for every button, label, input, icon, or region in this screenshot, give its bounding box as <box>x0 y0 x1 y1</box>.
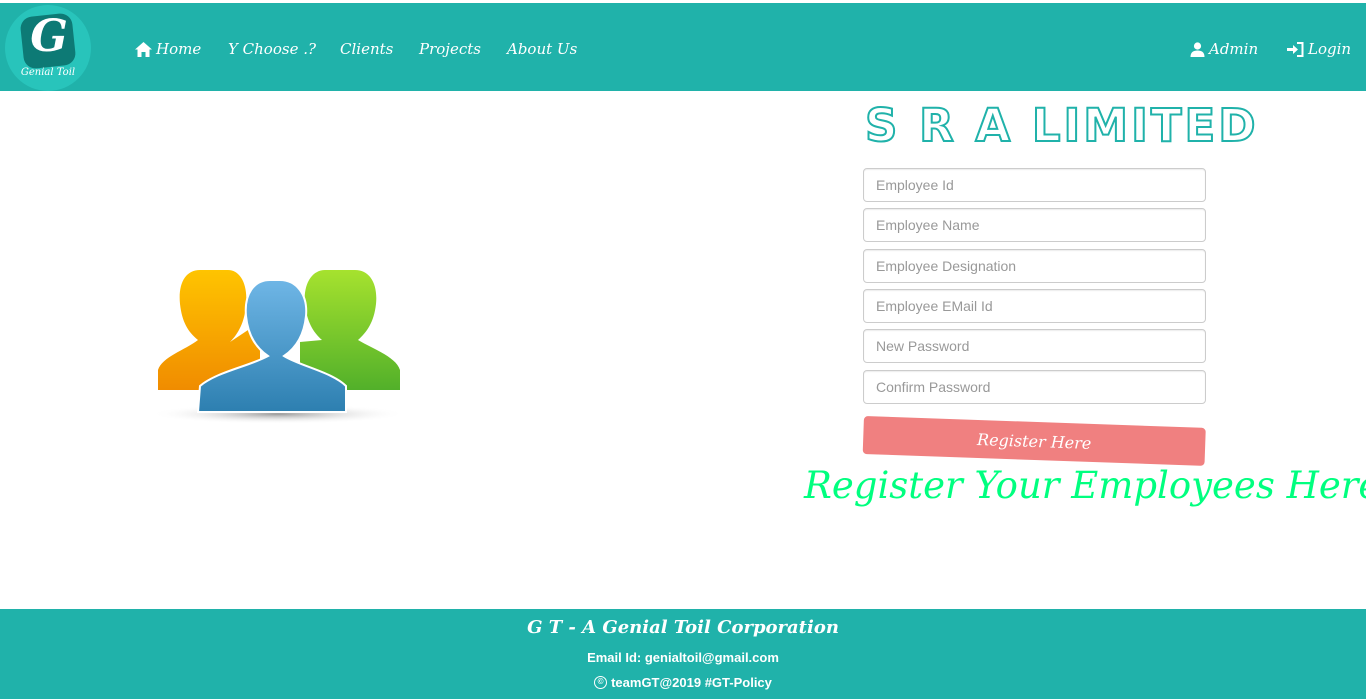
nav-login-label: Login <box>1308 40 1352 58</box>
users-group-icon <box>150 270 406 424</box>
logo[interactable]: G Genial Toil <box>5 5 91 91</box>
footer-copyright-text: teamGT@2019 #GT-Policy <box>611 675 772 690</box>
register-button[interactable]: Register Here <box>862 416 1206 466</box>
login-icon <box>1287 41 1304 57</box>
new-password-input[interactable] <box>863 329 1206 363</box>
nav-projects-label: Projects <box>419 40 481 58</box>
footer-copyright: © teamGT@2019 #GT-Policy <box>0 675 1366 690</box>
user-icon <box>1190 41 1205 57</box>
confirm-password-input[interactable] <box>863 370 1206 404</box>
nav-why-choose[interactable]: Y Choose .? <box>228 37 316 61</box>
nav-admin[interactable]: Admin <box>1190 37 1258 61</box>
nav-home-label: Home <box>156 40 202 58</box>
footer-title: G T - A Genial Toil Corporation <box>527 617 839 638</box>
nav-admin-label: Admin <box>1209 40 1259 58</box>
logo-name: Genial Toil <box>20 67 76 78</box>
nav-clients-label: Clients <box>340 40 394 58</box>
copyright-icon: © <box>594 676 608 689</box>
employee-name-input[interactable] <box>863 208 1206 242</box>
nav-about[interactable]: About Us <box>507 37 577 61</box>
nav-home[interactable]: Home <box>135 37 201 61</box>
home-icon <box>135 41 152 57</box>
company-title: S R A LIMITED <box>864 98 1259 153</box>
register-tagline: Register Your Employees Here <box>804 464 1366 507</box>
employee-id-input[interactable] <box>863 168 1206 202</box>
footer-email: Email Id: genialtoil@gmail.com <box>587 650 779 665</box>
nav-about-label: About Us <box>507 40 578 58</box>
nav-clients[interactable]: Clients <box>340 37 393 61</box>
footer: G T - A Genial Toil Corporation Email Id… <box>0 609 1366 699</box>
navbar: G Genial Toil Home Y Choose .? Clients P… <box>0 3 1366 91</box>
logo-letter: G <box>30 11 68 62</box>
employee-designation-input[interactable] <box>863 249 1206 283</box>
nav-why-choose-label: Y Choose .? <box>228 40 317 58</box>
employee-email-input[interactable] <box>863 289 1206 323</box>
nav-login[interactable]: Login <box>1287 37 1351 61</box>
nav-projects[interactable]: Projects <box>419 37 481 61</box>
